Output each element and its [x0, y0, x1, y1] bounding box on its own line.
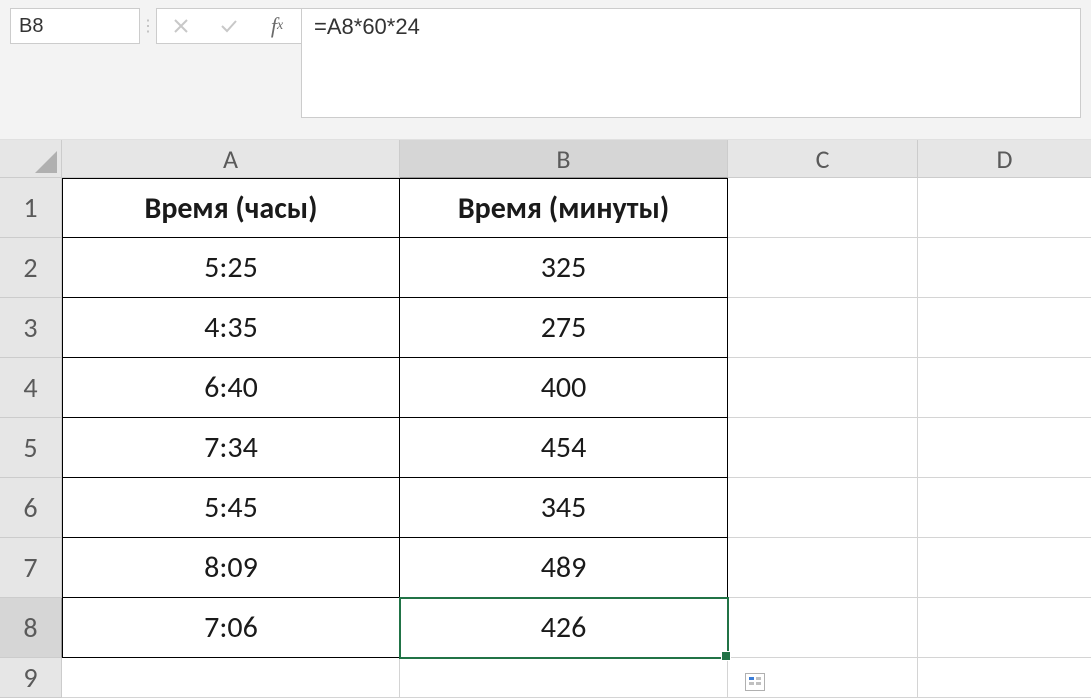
cell-C2[interactable]	[728, 238, 918, 298]
cell-B8[interactable]: 426	[400, 598, 728, 658]
cell-B7[interactable]: 489	[400, 538, 728, 598]
insert-function-button[interactable]: fx	[253, 9, 301, 43]
column-headers: A B C D	[0, 140, 1091, 178]
cell-A2[interactable]: 5:25	[62, 238, 400, 298]
row-header-9[interactable]: 9	[0, 658, 62, 698]
column-header-A[interactable]: A	[62, 140, 400, 178]
cell-D2[interactable]	[918, 238, 1091, 298]
cell-A1[interactable]: Время (часы)	[62, 178, 400, 238]
column-header-D[interactable]: D	[918, 140, 1091, 178]
row-header-7[interactable]: 7	[0, 538, 62, 598]
row-header-4[interactable]: 4	[0, 358, 62, 418]
cell-A6[interactable]: 5:45	[62, 478, 400, 538]
row-header-6[interactable]: 6	[0, 478, 62, 538]
cell-A5[interactable]: 7:34	[62, 418, 400, 478]
cell-C6[interactable]	[728, 478, 918, 538]
cell-B8-value: 426	[541, 609, 587, 646]
name-box[interactable]	[10, 8, 140, 44]
cell-C1[interactable]	[728, 178, 918, 238]
cell-D3[interactable]	[918, 298, 1091, 358]
formula-input-wrap[interactable]	[301, 8, 1081, 118]
cell-C3[interactable]	[728, 298, 918, 358]
cell-B4[interactable]: 400	[400, 358, 728, 418]
cell-B1[interactable]: Время (минуты)	[400, 178, 728, 238]
cell-A9[interactable]	[62, 658, 400, 698]
formula-input[interactable]	[312, 13, 1070, 41]
confirm-formula-button[interactable]	[205, 9, 253, 43]
row-header-5[interactable]: 5	[0, 418, 62, 478]
cell-B2[interactable]: 325	[400, 238, 728, 298]
row-header-3[interactable]: 3	[0, 298, 62, 358]
cell-A7[interactable]: 8:09	[62, 538, 400, 598]
cell-D8[interactable]	[918, 598, 1091, 658]
cell-B6[interactable]: 345	[400, 478, 728, 538]
cell-C7[interactable]	[728, 538, 918, 598]
row-header-2[interactable]: 2	[0, 238, 62, 298]
spreadsheet-grid: A B C D 1 Время (часы) Время (минуты) 2 …	[0, 140, 1091, 698]
formula-bar-area: ⋮ fx	[0, 0, 1091, 140]
cell-D1[interactable]	[918, 178, 1091, 238]
row-header-8[interactable]: 8	[0, 598, 62, 658]
cell-B9[interactable]	[400, 658, 728, 698]
cell-D6[interactable]	[918, 478, 1091, 538]
cell-C4[interactable]	[728, 358, 918, 418]
select-all-triangle[interactable]	[0, 140, 62, 178]
cancel-formula-button[interactable]	[157, 9, 205, 43]
cell-A4[interactable]: 6:40	[62, 358, 400, 418]
cell-A3[interactable]: 4:35	[62, 298, 400, 358]
cell-C5[interactable]	[728, 418, 918, 478]
formula-actions: fx	[156, 8, 301, 44]
autofill-options-button[interactable]	[745, 673, 765, 691]
cell-D9[interactable]	[918, 658, 1091, 698]
row-header-1[interactable]: 1	[0, 178, 62, 238]
cell-D5[interactable]	[918, 418, 1091, 478]
cell-C8[interactable]	[728, 598, 918, 658]
cell-B3[interactable]: 275	[400, 298, 728, 358]
cell-B5[interactable]: 454	[400, 418, 728, 478]
cell-D7[interactable]	[918, 538, 1091, 598]
column-header-B[interactable]: B	[400, 140, 728, 178]
splitter-grip[interactable]: ⋮	[140, 8, 156, 44]
cell-A8[interactable]: 7:06	[62, 598, 400, 658]
column-header-C[interactable]: C	[728, 140, 918, 178]
cell-D4[interactable]	[918, 358, 1091, 418]
